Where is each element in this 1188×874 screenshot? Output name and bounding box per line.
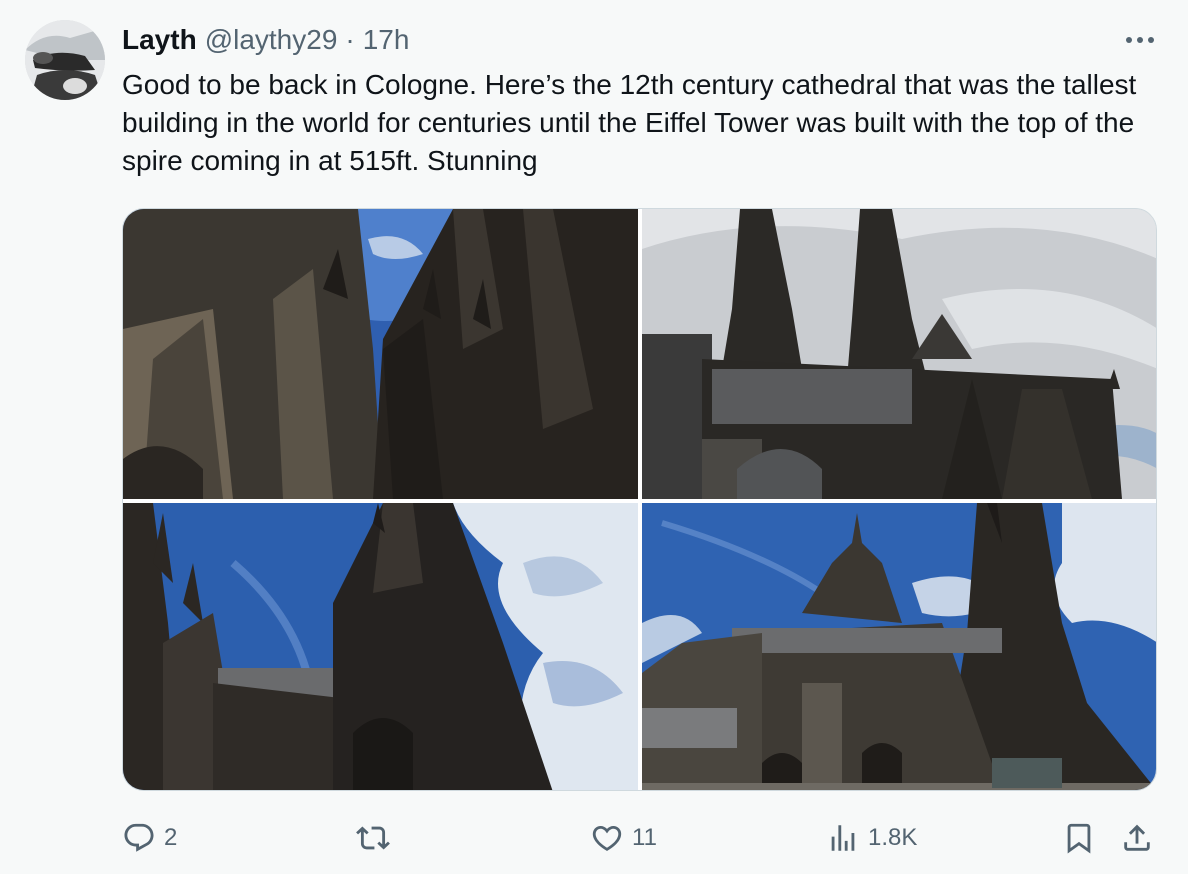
tweet-text: Good to be back in Cologne. Here’s the 1…: [122, 69, 1137, 176]
timestamp[interactable]: 17h: [363, 24, 410, 56]
reply-count: 2: [164, 824, 178, 851]
more-options-button[interactable]: [1124, 26, 1156, 54]
share-button[interactable]: [1120, 818, 1154, 858]
heart-icon: [592, 825, 622, 851]
cathedral-photo-4: [642, 503, 1156, 790]
photo-4[interactable]: [642, 503, 1156, 790]
tweet-header: Layth @laythy29 · 17h: [122, 22, 409, 58]
author-handle[interactable]: @laythy29: [205, 24, 338, 56]
like-button[interactable]: 11: [590, 818, 657, 858]
bookmark-button[interactable]: [1062, 818, 1096, 858]
share-icon: [1124, 824, 1150, 851]
media-grid: [122, 208, 1157, 791]
author-name[interactable]: Layth: [122, 24, 197, 56]
cathedral-photo-2: [642, 209, 1156, 499]
photo-2[interactable]: [642, 209, 1156, 499]
retweet-button[interactable]: [356, 818, 390, 858]
cathedral-photo-1: [123, 209, 638, 499]
reply-icon: [124, 823, 154, 852]
views-chart-icon: [831, 825, 855, 851]
action-bar: 2 11 1.8K: [0, 818, 1188, 858]
views-count: 1.8K: [868, 824, 918, 851]
views-button[interactable]: 1.8K: [826, 818, 917, 858]
more-horizontal-icon: [1126, 37, 1154, 43]
avatar-image: [25, 20, 105, 100]
photo-1[interactable]: [123, 209, 638, 499]
cathedral-photo-3: [123, 503, 638, 790]
bookmark-icon: [1067, 823, 1091, 854]
photo-3[interactable]: [123, 503, 638, 790]
retweet-icon: [356, 826, 390, 850]
like-count: 11: [632, 824, 657, 851]
separator-dot: ·: [345, 24, 355, 55]
avatar[interactable]: [25, 20, 105, 100]
reply-button[interactable]: 2: [122, 818, 177, 858]
